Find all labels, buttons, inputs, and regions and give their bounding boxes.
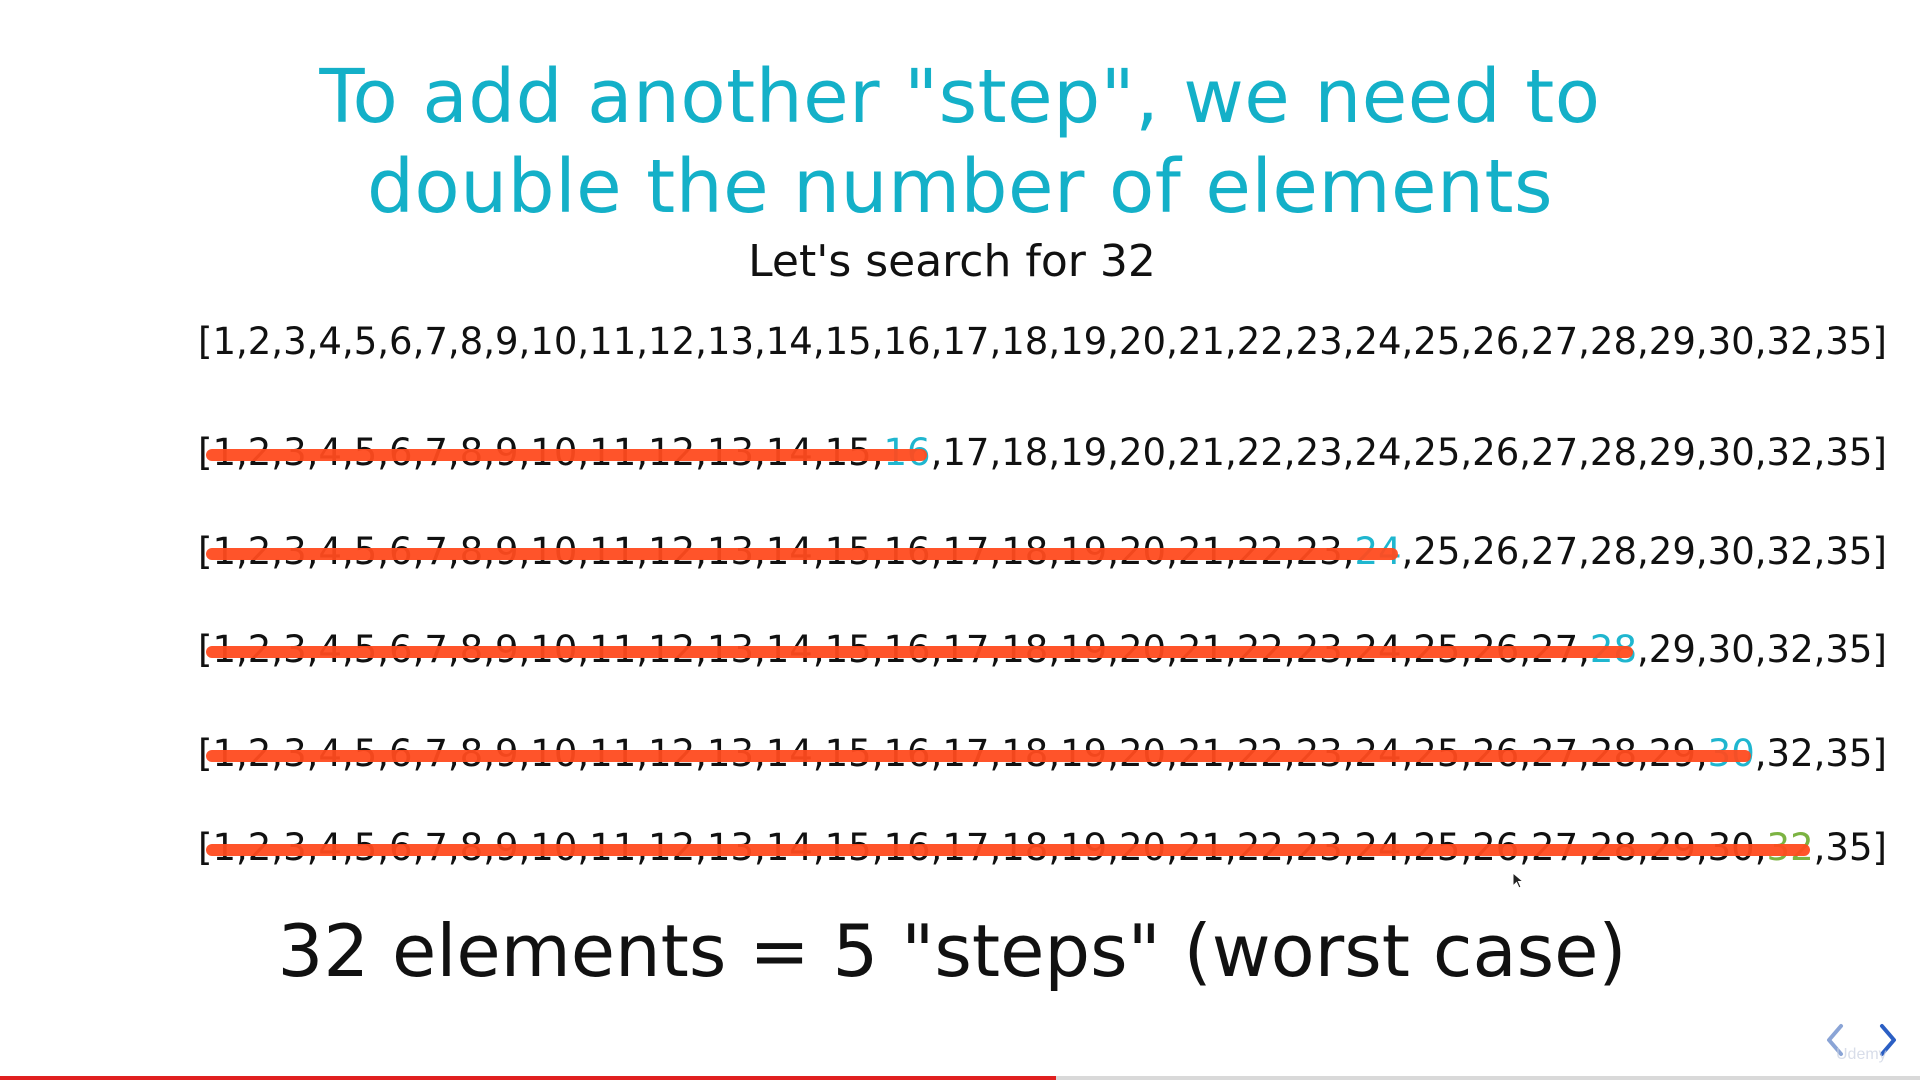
slide: To add another "step", we need to double…	[0, 0, 1920, 1080]
mouse-cursor-icon	[1512, 872, 1525, 889]
slide-title-line-1: To add another "step", we need to	[319, 54, 1601, 140]
video-progress-fill	[0, 1076, 1056, 1080]
udemy-watermark: Udemy	[1836, 1046, 1887, 1063]
array-row-step-4: [1,2,3,4,5,6,7,8,9,10,11,12,13,14,15,16,…	[198, 731, 1887, 777]
summary-text: 32 elements = 5 "steps" (worst case)	[277, 909, 1627, 993]
array-row-initial: [1,2,3,4,5,6,7,8,9,10,11,12,13,14,15,16,…	[198, 319, 1887, 365]
array-text: [1,2,3,4,5,6,7,8,9,10,11,12,13,14,15,16,…	[198, 320, 1887, 363]
slide-subtitle: Let's search for 32	[748, 236, 1156, 287]
array-remaining-text: ,32,35]	[1754, 732, 1887, 775]
array-remaining-text: ,35]	[1813, 826, 1887, 869]
strikethrough-line	[206, 750, 1751, 762]
video-progress-bar[interactable]	[0, 1076, 1920, 1080]
array-row-step-2: [1,2,3,4,5,6,7,8,9,10,11,12,13,14,15,16,…	[198, 529, 1887, 575]
array-remaining-text: ,29,30,32,35]	[1637, 628, 1887, 671]
array-row-step-3: [1,2,3,4,5,6,7,8,9,10,11,12,13,14,15,16,…	[198, 627, 1887, 673]
array-row-step-5: [1,2,3,4,5,6,7,8,9,10,11,12,13,14,15,16,…	[198, 825, 1887, 871]
slide-title-line-2: double the number of elements	[366, 144, 1554, 230]
array-remaining-text: ,25,26,27,28,29,30,32,35]	[1401, 530, 1887, 573]
array-remaining-text: ,17,18,19,20,21,22,23,24,25,26,27,28,29,…	[930, 431, 1887, 474]
strikethrough-line	[206, 548, 1398, 560]
strikethrough-line	[206, 844, 1810, 856]
array-row-step-1: [1,2,3,4,5,6,7,8,9,10,11,12,13,14,15,16,…	[198, 430, 1887, 476]
strikethrough-line	[206, 646, 1634, 658]
strikethrough-line	[206, 449, 927, 461]
